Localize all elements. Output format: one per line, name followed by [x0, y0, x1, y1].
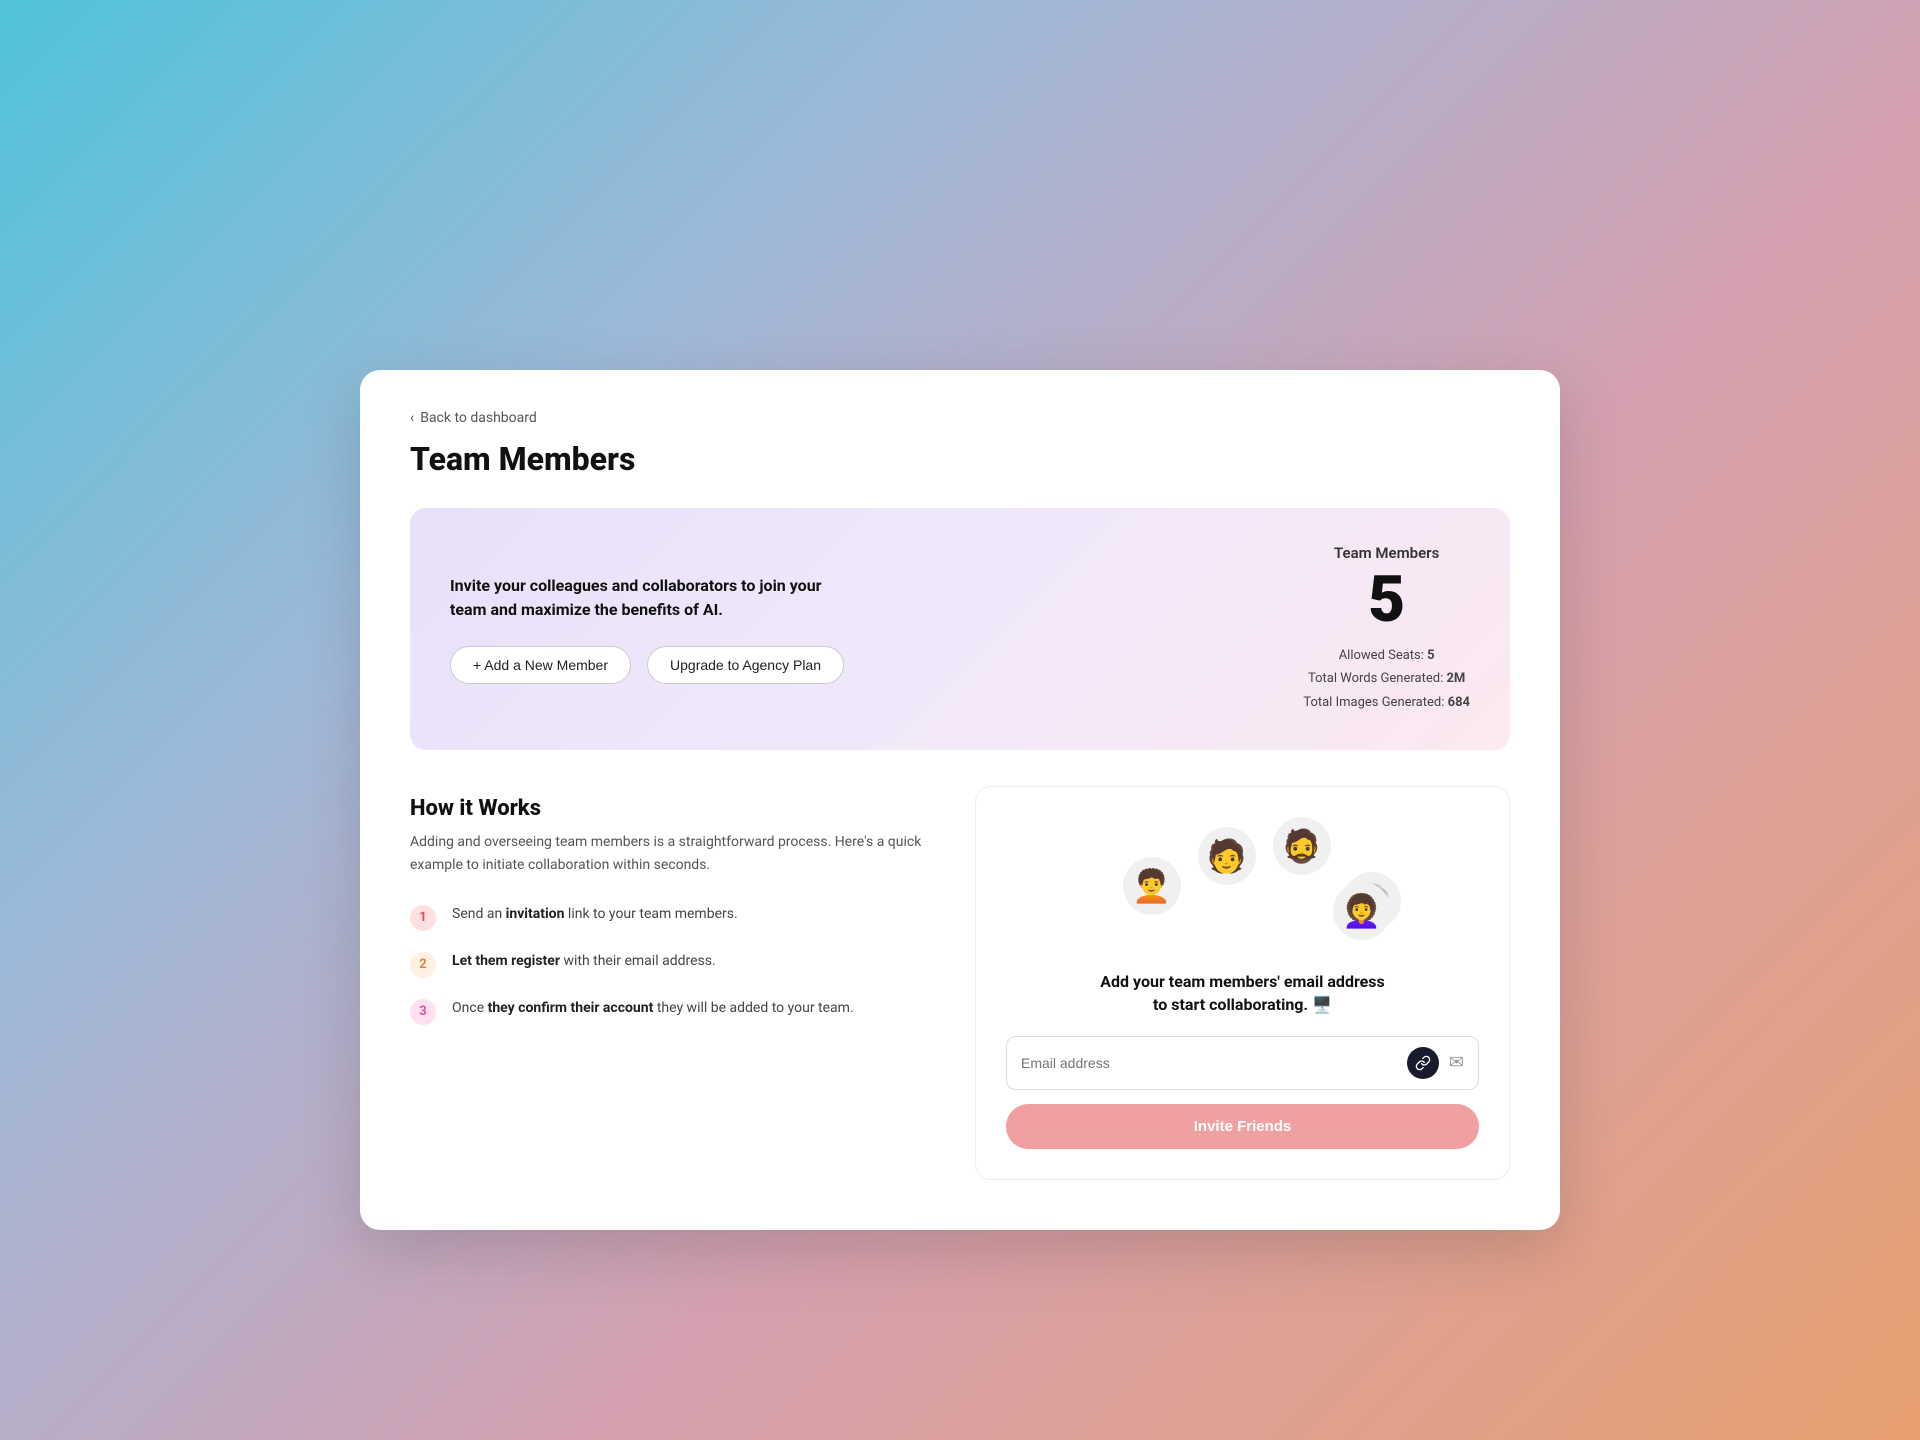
avatar-3: 🧔 [1273, 817, 1331, 875]
main-card: ‹ Back to dashboard Team Members Invite … [360, 370, 1560, 1230]
chevron-left-icon: ‹ [410, 410, 414, 426]
how-it-works-title: How it Works [410, 796, 945, 821]
promo-left: Invite your colleagues and collaborators… [450, 574, 844, 684]
step-3: 3 Once they confirm their account they w… [410, 998, 945, 1025]
step-2-text: Let them register with their email addre… [452, 951, 716, 972]
copy-link-icon[interactable] [1407, 1047, 1439, 1079]
words-generated-row: Total Words Generated: 2M [1303, 667, 1470, 690]
images-generated-row: Total Images Generated: 684 [1303, 691, 1470, 714]
promo-stats: Team Members 5 Allowed Seats: 5 Total Wo… [1303, 544, 1470, 714]
promo-tagline: Invite your colleagues and collaborators… [450, 574, 830, 622]
invite-friends-button[interactable]: Invite Friends [1006, 1104, 1479, 1149]
promo-banner: Invite your colleagues and collaborators… [410, 508, 1510, 750]
email-input[interactable] [1021, 1055, 1397, 1071]
back-link-label: Back to dashboard [420, 410, 537, 426]
avatar-5: 👩‍🦱 [1333, 882, 1391, 940]
upgrade-button[interactable]: Upgrade to Agency Plan [647, 646, 844, 684]
envelope-icon: ✉ [1449, 1052, 1464, 1073]
promo-buttons: + Add a New Member Upgrade to Agency Pla… [450, 646, 844, 684]
step-1-text: Send an invitation link to your team mem… [452, 904, 738, 925]
bottom-grid: How it Works Adding and overseeing team … [410, 786, 1510, 1180]
stats-title: Team Members [1303, 544, 1470, 562]
invite-panel: 🧑‍🦱 🧑 🧔 🧓 👩‍🦱 Add your team members' ema… [975, 786, 1510, 1180]
steps-list: 1 Send an invitation link to your team m… [410, 904, 945, 1025]
step-1: 1 Send an invitation link to your team m… [410, 904, 945, 931]
allowed-seats-row: Allowed Seats: 5 [1303, 644, 1470, 667]
back-link[interactable]: ‹ Back to dashboard [410, 410, 1510, 426]
avatar-2: 🧑 [1198, 827, 1256, 885]
how-it-works-section: How it Works Adding and overseeing team … [410, 786, 945, 1180]
avatars-area: 🧑‍🦱 🧑 🧔 🧓 👩‍🦱 [1103, 817, 1383, 947]
email-input-row: ✉ [1006, 1036, 1479, 1090]
how-it-works-description: Adding and overseeing team members is a … [410, 831, 945, 876]
stats-details: Allowed Seats: 5 Total Words Generated: … [1303, 644, 1470, 714]
step-1-number: 1 [410, 905, 436, 931]
step-3-number: 3 [410, 999, 436, 1025]
step-2-number: 2 [410, 952, 436, 978]
page-title: Team Members [410, 440, 1510, 478]
add-member-button[interactable]: + Add a New Member [450, 646, 631, 684]
avatar-1: 🧑‍🦱 [1123, 857, 1181, 915]
stats-number: 5 [1303, 568, 1470, 632]
step-3-text: Once they confirm their account they wil… [452, 998, 854, 1019]
step-2: 2 Let them register with their email add… [410, 951, 945, 978]
invite-heading: Add your team members' email addressto s… [1100, 971, 1384, 1016]
